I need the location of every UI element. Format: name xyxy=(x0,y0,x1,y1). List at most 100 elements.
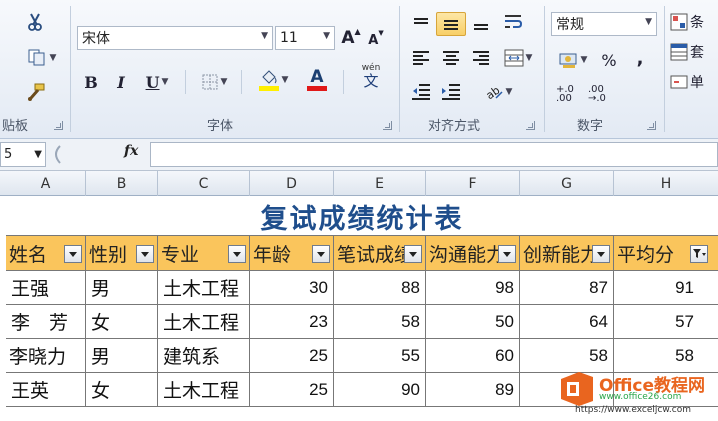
sheet-title[interactable]: 复试成绩统计表 xyxy=(6,197,718,235)
column-header-a[interactable]: A xyxy=(6,171,86,196)
table-cell[interactable]: 64 xyxy=(520,305,614,338)
comma-button[interactable]: , xyxy=(629,46,651,70)
font-name-combo[interactable]: 宋体 ▼ xyxy=(77,26,273,50)
border-button[interactable]: ▼ xyxy=(193,70,235,94)
cell-styles-button[interactable]: 单 xyxy=(669,70,717,94)
fill-color-button[interactable]: ▼ xyxy=(251,68,295,92)
name-box[interactable]: 5 ▼ xyxy=(0,142,46,167)
font-color-button[interactable]: A xyxy=(297,68,337,92)
increase-indent-button[interactable] xyxy=(438,80,464,104)
header-cell[interactable]: 性别 xyxy=(86,236,158,270)
header-cell[interactable]: 笔试成绩 xyxy=(334,236,426,270)
shrink-font-label: A xyxy=(368,32,379,48)
table-cell[interactable]: 89 xyxy=(426,373,520,406)
align-middle-button[interactable] xyxy=(436,12,466,36)
table-cell[interactable]: 男 xyxy=(86,271,158,304)
cut-button[interactable] xyxy=(22,10,48,34)
header-cell[interactable]: 沟通能力 xyxy=(426,236,520,270)
copy-button[interactable]: ▼ xyxy=(22,46,62,70)
fill-color-dropdown-icon: ▼ xyxy=(281,75,289,85)
font-size-combo[interactable]: 11 ▼ xyxy=(275,26,335,50)
table-cell[interactable]: 李晓力 xyxy=(6,339,86,372)
shrink-font-button[interactable]: A ▼ xyxy=(365,28,387,52)
align-bottom-button[interactable] xyxy=(468,12,494,36)
table-cell[interactable]: 98 xyxy=(426,271,520,304)
table-cell[interactable]: 土木工程 xyxy=(158,271,250,304)
formula-input[interactable] xyxy=(150,142,718,167)
wrap-text-button[interactable] xyxy=(500,10,526,34)
format-painter-button[interactable] xyxy=(22,80,50,104)
alignment-launcher[interactable] xyxy=(526,121,535,130)
header-cell[interactable]: 姓名 xyxy=(6,236,86,270)
table-cell[interactable]: 王强 xyxy=(6,271,86,304)
table-cell[interactable]: 25 xyxy=(250,373,334,406)
table-cell[interactable]: 90 xyxy=(334,373,426,406)
table-cell[interactable]: 55 xyxy=(334,339,426,372)
decrease-decimal-button[interactable]: .00 →.0 xyxy=(585,82,613,106)
italic-button[interactable]: I xyxy=(109,70,133,94)
column-header-g[interactable]: G xyxy=(520,171,614,196)
table-row: 王强 男 土木工程 30 88 98 87 91 xyxy=(6,271,718,305)
header-cell[interactable]: 专业 xyxy=(158,236,250,270)
ribbon: ▼ 贴板 宋体 ▼ 11 ▼ A ▲ A ▼ B I U ▼ ▼ ▼ A wén… xyxy=(0,0,718,139)
bold-button[interactable]: B xyxy=(79,70,103,94)
align-top-button[interactable] xyxy=(408,12,434,36)
underline-button[interactable]: U ▼ xyxy=(137,70,177,94)
header-cell[interactable]: 创新能力 xyxy=(520,236,614,270)
filter-button[interactable] xyxy=(498,245,516,263)
table-cell[interactable]: 女 xyxy=(86,373,158,406)
grow-font-button[interactable]: A ▲ xyxy=(339,26,363,50)
filter-button-active[interactable] xyxy=(690,245,708,263)
table-cell[interactable]: 57 xyxy=(614,305,718,338)
styles-item-label: 套 xyxy=(690,45,704,61)
filter-button[interactable] xyxy=(64,245,82,263)
accounting-format-button[interactable]: ▼ xyxy=(553,48,593,72)
filter-button[interactable] xyxy=(228,245,246,263)
clipboard-launcher[interactable] xyxy=(54,121,63,130)
table-cell[interactable]: 男 xyxy=(86,339,158,372)
column-header-h[interactable]: H xyxy=(614,171,718,196)
header-cell[interactable]: 年龄 xyxy=(250,236,334,270)
table-cell[interactable]: 88 xyxy=(334,271,426,304)
merge-center-button[interactable]: ▼ xyxy=(498,46,538,70)
filter-button[interactable] xyxy=(312,245,330,263)
column-header-c[interactable]: C xyxy=(158,171,250,196)
table-cell[interactable]: 58 xyxy=(334,305,426,338)
phonetic-button[interactable]: wén 文 xyxy=(351,63,391,89)
column-header-b[interactable]: B xyxy=(86,171,158,196)
align-center-button[interactable] xyxy=(438,46,464,70)
format-as-table-button[interactable]: 套 xyxy=(669,40,717,64)
column-header-f[interactable]: F xyxy=(426,171,520,196)
font-launcher[interactable] xyxy=(383,121,392,130)
table-cell[interactable]: 建筑系 xyxy=(158,339,250,372)
number-launcher[interactable] xyxy=(647,121,656,130)
increase-decimal-button[interactable]: +.0 .00 xyxy=(553,82,581,106)
filter-button[interactable] xyxy=(592,245,610,263)
header-label: 专业 xyxy=(161,243,200,266)
table-cell[interactable]: 87 xyxy=(520,271,614,304)
table-cell[interactable]: 李 芳 xyxy=(6,305,86,338)
table-cell[interactable]: 土木工程 xyxy=(158,305,250,338)
number-format-combo[interactable]: 常规 ▼ xyxy=(551,12,657,36)
filter-button[interactable] xyxy=(404,245,422,263)
table-cell[interactable]: 女 xyxy=(86,305,158,338)
table-cell[interactable]: 23 xyxy=(250,305,334,338)
insert-function-icon[interactable]: fx xyxy=(124,143,138,159)
align-right-button[interactable] xyxy=(468,46,494,70)
column-header-d[interactable]: D xyxy=(250,171,334,196)
decrease-indent-button[interactable] xyxy=(408,80,434,104)
conditional-format-button[interactable]: 条 xyxy=(669,10,717,34)
table-cell[interactable]: 25 xyxy=(250,339,334,372)
align-left-button[interactable] xyxy=(408,46,434,70)
table-cell[interactable]: 土木工程 xyxy=(158,373,250,406)
column-header-e[interactable]: E xyxy=(334,171,426,196)
table-cell[interactable]: 60 xyxy=(426,339,520,372)
table-cell[interactable]: 50 xyxy=(426,305,520,338)
filter-button[interactable] xyxy=(136,245,154,263)
orientation-button[interactable]: ab ▼ xyxy=(478,80,518,104)
percent-button[interactable]: % xyxy=(597,48,621,72)
table-cell[interactable]: 30 xyxy=(250,271,334,304)
table-cell[interactable]: 王英 xyxy=(6,373,86,406)
header-cell[interactable]: 平均分 xyxy=(614,236,718,270)
table-cell[interactable]: 91 xyxy=(614,271,718,304)
